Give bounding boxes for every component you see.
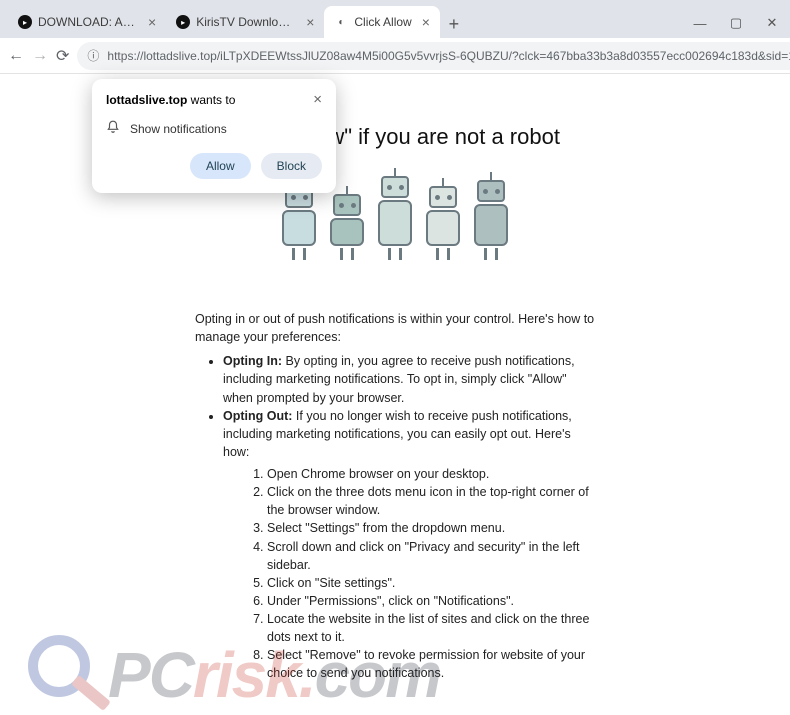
reload-button[interactable]: ⟳ — [56, 43, 69, 69]
step-1: Open Chrome browser on your desktop. — [267, 465, 595, 483]
toolbar: ← → ⟳ ⓘ https://lottadslive.top/iLTpXDEE… — [0, 38, 790, 74]
optin-label: Opting In: — [223, 354, 282, 368]
permission-row-notifications: Show notifications — [106, 120, 322, 137]
minimize-button[interactable]: — — [682, 8, 718, 38]
maximize-button[interactable]: ▢ — [718, 8, 754, 38]
tab-title-0: DOWNLOAD: Armor (2024) Mo — [38, 15, 138, 29]
optout-label: Opting Out: — [223, 409, 292, 423]
intro-text: Opting in or out of push notifications i… — [195, 310, 595, 346]
tab-item-2-active[interactable]: ◐ Click Allow × — [324, 6, 440, 38]
tab-item-1[interactable]: ▸ KirisTV Download Page — Kiris × — [166, 6, 324, 38]
steps-list: Open Chrome browser on your desktop. Cli… — [223, 465, 595, 683]
url-text: https://lottadslive.top/iLTpXDEEWtssJlUZ… — [107, 49, 790, 63]
address-bar[interactable]: ⓘ https://lottadslive.top/iLTpXDEEWtssJl… — [77, 42, 790, 70]
tab-title-1: KirisTV Download Page — Kiris — [196, 15, 296, 29]
forward-button[interactable]: → — [32, 43, 48, 69]
permission-site-bold: lottadslive.top — [106, 93, 187, 107]
block-button[interactable]: Block — [261, 153, 322, 179]
robot-2 — [330, 186, 364, 260]
permission-popup: lottadslive.top wants to × Show notifica… — [92, 79, 336, 193]
article-body: Opting in or out of push notifications i… — [195, 310, 595, 683]
permission-actions: Allow Block — [106, 153, 322, 179]
close-icon[interactable]: × — [306, 14, 314, 30]
permission-notif-label: Show notifications — [130, 122, 227, 136]
window-controls: — ▢ ✕ — [682, 8, 790, 38]
step-6: Under "Permissions", click on "Notificat… — [267, 592, 595, 610]
robot-3 — [378, 168, 412, 260]
tab-strip: ▸ DOWNLOAD: Armor (2024) Mo × ▸ KirisTV … — [0, 6, 468, 38]
step-3: Select "Settings" from the dropdown menu… — [267, 519, 595, 537]
window-close-button[interactable]: ✕ — [754, 8, 790, 38]
bell-icon — [106, 120, 120, 137]
tab-favicon-2: ◐ — [334, 15, 348, 29]
back-button[interactable]: ← — [8, 43, 24, 69]
optout-item: Opting Out: If you no longer wish to rec… — [223, 407, 595, 683]
tab-favicon-0: ▸ — [18, 15, 32, 29]
permission-title-row: lottadslive.top wants to × — [106, 91, 322, 108]
tab-item-0[interactable]: ▸ DOWNLOAD: Armor (2024) Mo × — [8, 6, 166, 38]
site-info-icon[interactable]: ⓘ — [87, 47, 99, 64]
robot-5 — [474, 172, 508, 260]
titlebar: ▸ DOWNLOAD: Armor (2024) Mo × ▸ KirisTV … — [0, 0, 790, 38]
allow-button[interactable]: Allow — [190, 153, 251, 179]
robot-4 — [426, 178, 460, 260]
new-tab-button[interactable]: + — [440, 10, 468, 38]
step-7: Locate the website in the list of sites … — [267, 610, 595, 646]
close-icon[interactable]: × — [313, 91, 322, 108]
permission-site: lottadslive.top wants to — [106, 93, 235, 107]
step-8: Select "Remove" to revoke permission for… — [267, 646, 595, 682]
step-4: Scroll down and click on "Privacy and se… — [267, 538, 595, 574]
step-2: Click on the three dots menu icon in the… — [267, 483, 595, 519]
close-icon[interactable]: × — [148, 14, 156, 30]
step-5: Click on "Site settings". — [267, 574, 595, 592]
tab-title-2: Click Allow — [354, 15, 411, 29]
permission-wants-to: wants to — [187, 93, 235, 107]
close-icon[interactable]: × — [422, 14, 430, 30]
tab-favicon-1: ▸ — [176, 15, 190, 29]
optin-item: Opting In: By opting in, you agree to re… — [223, 352, 595, 406]
